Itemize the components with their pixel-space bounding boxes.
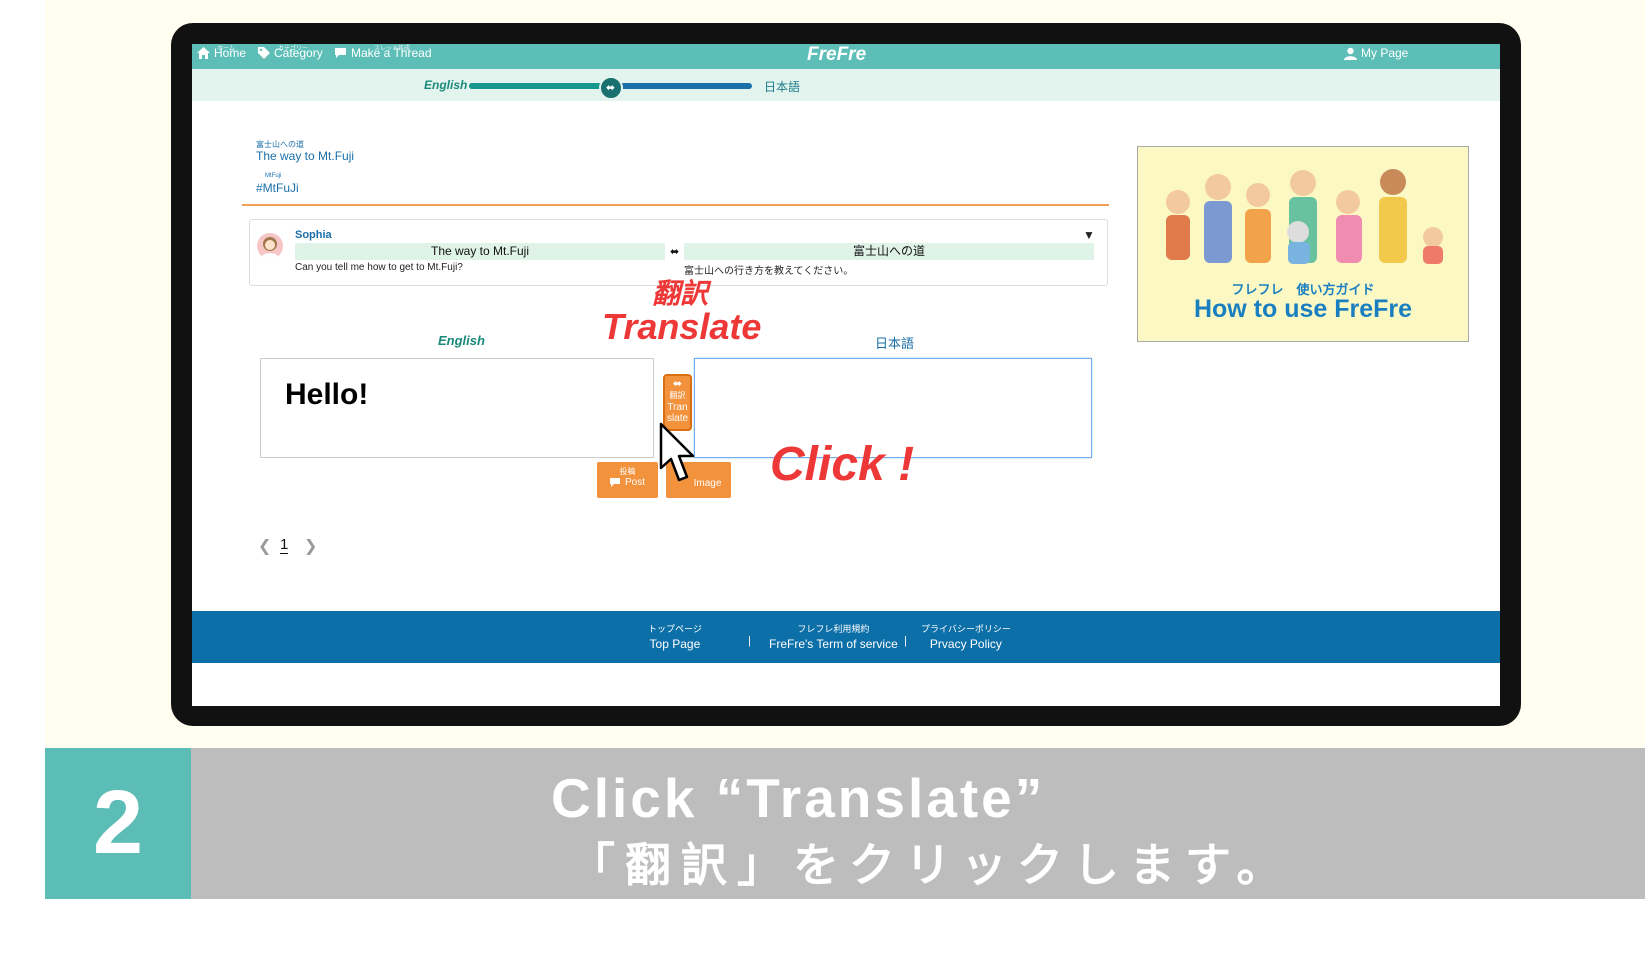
editor-label-ja: 日本語 bbox=[875, 336, 915, 351]
post-body-en: Can you tell me how to get to Mt.Fuji? bbox=[295, 262, 463, 273]
footer-terms-en: FreFre's Term of service bbox=[769, 637, 898, 651]
post-body-ja: 富士山への行き方を教えてください。 bbox=[684, 266, 854, 277]
thread-tag-ruby: MtFuji bbox=[265, 173, 282, 179]
pager-current-page[interactable]: 1 bbox=[280, 536, 289, 554]
family-illustration bbox=[1166, 169, 1443, 264]
how-to-use-banner[interactable]: フレフレ 使い方ガイド How to use FreFre bbox=[1137, 146, 1469, 342]
english-input-value: Hello! bbox=[285, 378, 369, 411]
step-number: 2 bbox=[92, 773, 144, 873]
footer-separator: | bbox=[904, 635, 907, 647]
thread-tag[interactable]: #MtFuJi bbox=[256, 181, 299, 195]
footer-separator: | bbox=[748, 635, 751, 647]
english-input[interactable]: Hello! bbox=[260, 358, 654, 458]
caption-en: Click “Translate” bbox=[551, 767, 1046, 829]
post-author[interactable]: Sophia bbox=[295, 229, 332, 241]
avatar[interactable] bbox=[257, 233, 283, 259]
nav-make-thread-ruby: スレッド作成 bbox=[374, 46, 411, 52]
caption-ja: 「翻訳」をクリックします。 bbox=[569, 839, 1293, 891]
nav-home-ruby: ホーム bbox=[217, 46, 235, 52]
chat-bubble-icon bbox=[335, 48, 346, 58]
step-number-box: 2 bbox=[45, 748, 191, 899]
post-button-en: Post bbox=[624, 477, 645, 488]
footer-privacy-en: Prvacy Policy bbox=[929, 637, 1002, 651]
post-button-ja: 投稿 bbox=[619, 467, 636, 476]
swap-arrows-icon: ⬌ bbox=[672, 378, 683, 390]
lang-left-label: English bbox=[424, 78, 468, 92]
mouse-cursor-icon bbox=[659, 422, 695, 482]
divider bbox=[242, 204, 1109, 206]
nav-my-page[interactable]: My Page bbox=[1344, 46, 1408, 60]
annotation-click: Click ! bbox=[770, 438, 915, 491]
home-icon bbox=[197, 47, 210, 59]
chat-bubble-icon bbox=[609, 478, 620, 487]
annotation-translate-en: Translate bbox=[602, 306, 762, 347]
footer-terms[interactable]: フレフレ利用規約 FreFre's Term of service bbox=[769, 622, 898, 651]
user-icon bbox=[1344, 47, 1357, 60]
footer-terms-ja: フレフレ利用規約 bbox=[797, 624, 870, 634]
post-title-en: The way to Mt.Fuji bbox=[295, 243, 665, 260]
nav-category-ruby: カテゴリー bbox=[278, 46, 309, 52]
swap-icon: ⬌ bbox=[670, 246, 680, 258]
thread-title: The way to Mt.Fuji bbox=[256, 149, 355, 163]
translate-button-ja: 翻訳 bbox=[669, 391, 686, 400]
caption-bar: Click “Translate” 「翻訳」をクリックします。 bbox=[191, 748, 1645, 899]
language-slider[interactable]: ⬌ bbox=[469, 76, 752, 100]
top-nav: ホーム Home カテゴリー Category スレッド作成 Make a Th… bbox=[192, 44, 1500, 69]
footer-privacy[interactable]: プライバシーポリシー Prvacy Policy bbox=[921, 622, 1011, 651]
nav-category[interactable]: カテゴリー Category bbox=[258, 46, 323, 60]
post-title-ja: 富士山への道 bbox=[684, 243, 1094, 260]
app-screen: ホーム Home カテゴリー Category スレッド作成 Make a Th… bbox=[192, 44, 1500, 706]
translate-button-en: Tran slate bbox=[666, 402, 689, 424]
banner-title-en: How to use FreFre bbox=[1193, 295, 1413, 323]
footer-top-page-en: Top Page bbox=[649, 637, 701, 651]
language-bar: English ⬌ 日本語 bbox=[192, 69, 1500, 101]
nav-make-thread[interactable]: スレッド作成 Make a Thread bbox=[334, 46, 432, 60]
pager-prev[interactable]: ❮ bbox=[258, 536, 271, 556]
brand-logo[interactable]: FreFre bbox=[807, 44, 866, 66]
footer-privacy-ja: プライバシーポリシー bbox=[921, 624, 1011, 634]
footer: トップページ Top Page | フレフレ利用規約 FreFre's Term… bbox=[192, 611, 1500, 663]
pager-next[interactable]: ❯ bbox=[304, 536, 317, 556]
nav-home[interactable]: ホーム Home bbox=[197, 46, 246, 60]
editor-label-en: English bbox=[438, 333, 485, 348]
post-button[interactable]: 投稿 Post bbox=[597, 462, 658, 498]
caret-down-icon[interactable]: ▼ bbox=[1083, 228, 1095, 242]
lang-right-label: 日本語 bbox=[764, 80, 801, 94]
slider-fill bbox=[469, 83, 611, 89]
footer-top-page[interactable]: トップページ Top Page bbox=[648, 622, 702, 651]
footer-top-page-ja: トップページ bbox=[648, 624, 702, 634]
nav-my-page-label: My Page bbox=[1361, 46, 1409, 60]
tag-icon bbox=[258, 47, 270, 59]
slider-handle[interactable]: ⬌ bbox=[598, 76, 623, 100]
